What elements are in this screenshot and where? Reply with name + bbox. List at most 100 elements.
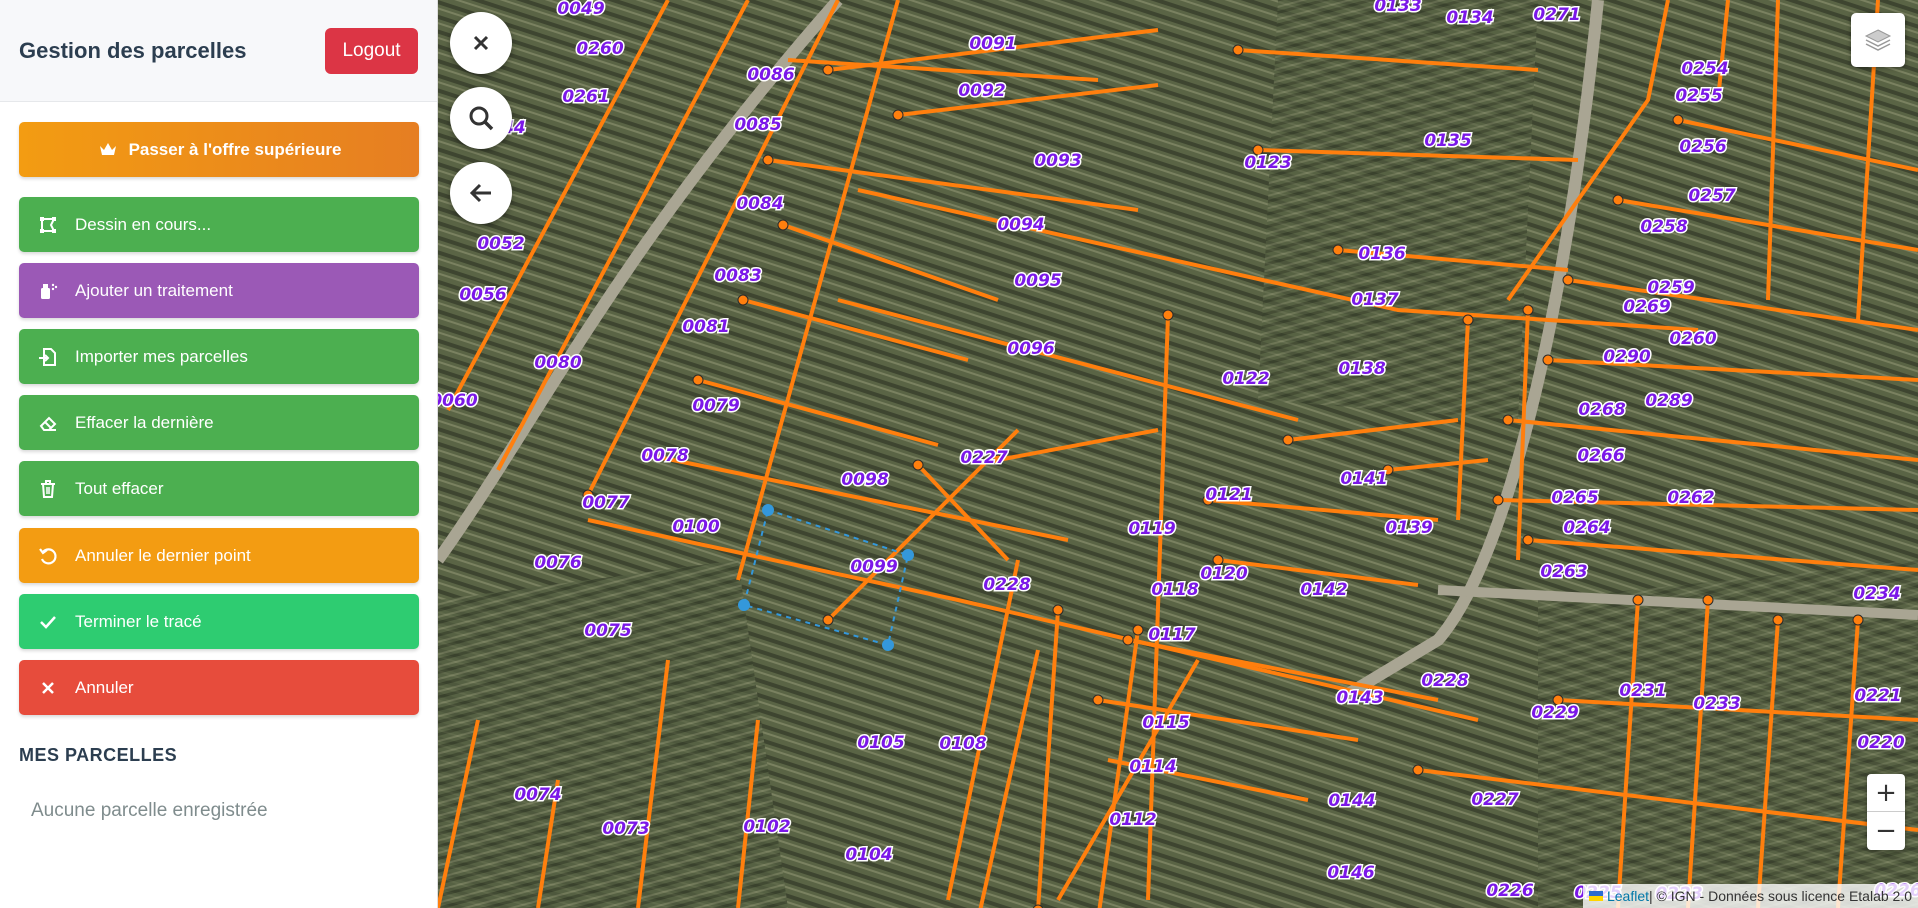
parcel-label[interactable]: 0114 [1128,756,1178,779]
parcel-label[interactable]: 0095 [1013,270,1063,293]
parcel-label[interactable]: 0258 [1639,216,1689,239]
leaflet-link[interactable]: Leaflet [1607,888,1649,904]
parcel-label[interactable]: 0104 [844,844,894,867]
map-back-button[interactable] [450,162,512,224]
zoom-out-button[interactable]: − [1867,812,1905,850]
drawing-button[interactable]: Dessin en cours... [19,197,419,252]
parcel-label[interactable]: 0073 [601,818,651,841]
parcel-label[interactable]: 0079 [691,395,741,418]
upgrade-button[interactable]: Passer à l'offre supérieure [19,122,419,177]
parcel-label[interactable]: 0121 [1204,484,1254,507]
zoom-in-button[interactable]: + [1867,774,1905,812]
parcel-label[interactable]: 0084 [735,193,785,216]
parcel-label[interactable]: 0077 [581,492,631,515]
parcel-label[interactable]: 0268 [1577,399,1627,422]
parcel-label[interactable]: 0099 [849,556,899,579]
parcel-label[interactable]: 0112 [1108,809,1158,832]
parcel-label[interactable]: 0264 [1562,517,1612,540]
parcel-label[interactable]: 0092 [957,80,1007,103]
parcel-label[interactable]: 0227 [959,447,1009,470]
parcel-label[interactable]: 0234 [1852,583,1902,606]
parcel-label[interactable]: 0136 [1357,243,1407,266]
parcel-label[interactable]: 0056 [458,284,508,307]
parcel-label[interactable]: 0269 [1622,296,1672,319]
parcel-label[interactable]: 0139 [1384,517,1434,540]
parcel-label[interactable]: 0254 [1680,58,1730,81]
parcel-label[interactable]: 0146 [1326,862,1376,885]
erase-all-button[interactable]: Tout effacer [19,461,419,516]
parcel-label[interactable]: 0260 [575,38,625,61]
parcel-label[interactable]: 0143 [1335,687,1385,710]
parcel-label[interactable]: 0262 [1666,487,1716,510]
parcel-label[interactable]: 0117 [1147,624,1197,647]
parcel-label[interactable]: 0135 [1423,130,1473,153]
parcel-label[interactable]: 0228 [1420,670,1470,693]
erase-last-button[interactable]: Effacer la dernière [19,395,419,450]
parcel-label[interactable]: 0076 [533,552,583,575]
close-map-button[interactable] [450,12,512,74]
parcel-label[interactable]: 0108 [938,733,988,756]
parcel-label[interactable]: 0102 [742,816,792,839]
parcel-label[interactable]: 0255 [1674,85,1724,108]
parcel-label[interactable]: 0086 [746,64,796,87]
map-search-button[interactable] [450,87,512,149]
parcel-label[interactable]: 0259 [1646,277,1696,300]
parcel-label[interactable]: 0257 [1687,185,1737,208]
parcel-label[interactable]: 0134 [1445,7,1495,30]
finish-trace-button[interactable]: Terminer le tracé [19,594,419,649]
parcel-label[interactable]: 0083 [713,265,763,288]
cancel-button[interactable]: Annuler [19,660,419,715]
parcel-label[interactable]: 0074 [513,784,563,807]
parcel-label[interactable]: 0120 [1199,563,1249,586]
parcel-label[interactable]: 0141 [1339,468,1389,491]
parcel-label[interactable]: 0221 [1853,685,1903,708]
layers-button[interactable] [1851,13,1905,67]
parcel-label[interactable]: 0261 [561,86,611,109]
parcel-label[interactable]: 0137 [1350,289,1400,312]
map[interactable]: 0049 0260 0086 0091 0092 0133 0134 0271 0254 0261… [438,0,1918,908]
parcel-label[interactable]: 0115 [1141,712,1191,735]
parcel-label[interactable]: 0220 [1856,732,1906,755]
parcel-label[interactable]: 0085 [733,114,783,137]
parcel-label[interactable]: 0093 [1033,150,1083,173]
parcel-label[interactable]: 0228 [982,574,1032,597]
parcel-label[interactable]: 0119 [1127,518,1177,541]
parcel-label[interactable]: 0094 [996,214,1046,237]
parcel-label[interactable]: 0078 [640,445,690,468]
parcel-label[interactable]: 0049 [556,0,606,21]
parcel-label[interactable]: 0226 [1485,880,1535,903]
parcel-label[interactable]: 0098 [840,469,890,492]
parcel-label[interactable]: 0229 [1530,702,1580,725]
parcel-label[interactable]: 0081 [681,316,731,339]
undo-last-point-button[interactable]: Annuler le dernier point [19,528,419,583]
parcel-label[interactable]: 0233 [1692,693,1742,716]
parcel-label[interactable]: 0290 [1602,346,1652,369]
parcel-label[interactable]: 0266 [1576,445,1626,468]
parcel-label[interactable]: 0256 [1678,136,1728,159]
parcel-label[interactable]: 0075 [583,620,633,643]
parcel-label[interactable]: 0133 [1373,0,1423,18]
parcel-label[interactable]: 0122 [1221,368,1271,391]
parcel-label[interactable]: 0289 [1644,390,1694,413]
parcel-label[interactable]: 0080 [533,352,583,375]
add-treatment-button[interactable]: Ajouter un traitement [19,263,419,318]
parcel-label[interactable]: 0142 [1299,579,1349,602]
parcel-label[interactable]: 0144 [1327,790,1377,813]
parcel-label[interactable]: 0271 [1532,4,1582,27]
parcel-label[interactable]: 0118 [1150,579,1200,602]
parcel-label[interactable]: 0091 [968,33,1018,56]
import-parcels-button[interactable]: Importer mes parcelles [19,329,419,384]
cadastral-map-layer[interactable]: 0049 0260 0086 0091 0092 0133 0134 0271 0254 0261… [438,0,1918,908]
parcel-label[interactable]: 0052 [476,233,526,256]
parcel-label[interactable]: 0260 [1668,328,1718,351]
parcel-label[interactable]: 0123 [1243,152,1293,175]
parcel-label[interactable]: 0096 [1006,338,1056,361]
parcel-label[interactable]: 0227 [1470,789,1520,812]
parcel-label[interactable]: 0105 [856,732,906,755]
parcel-label[interactable]: 0100 [671,516,721,539]
parcel-label[interactable]: 0231 [1618,680,1668,703]
parcel-label[interactable]: 0060 [438,390,479,413]
parcel-label[interactable]: 0265 [1550,487,1600,510]
logout-button[interactable]: Logout [325,27,418,74]
parcel-label[interactable]: 0138 [1337,358,1387,381]
